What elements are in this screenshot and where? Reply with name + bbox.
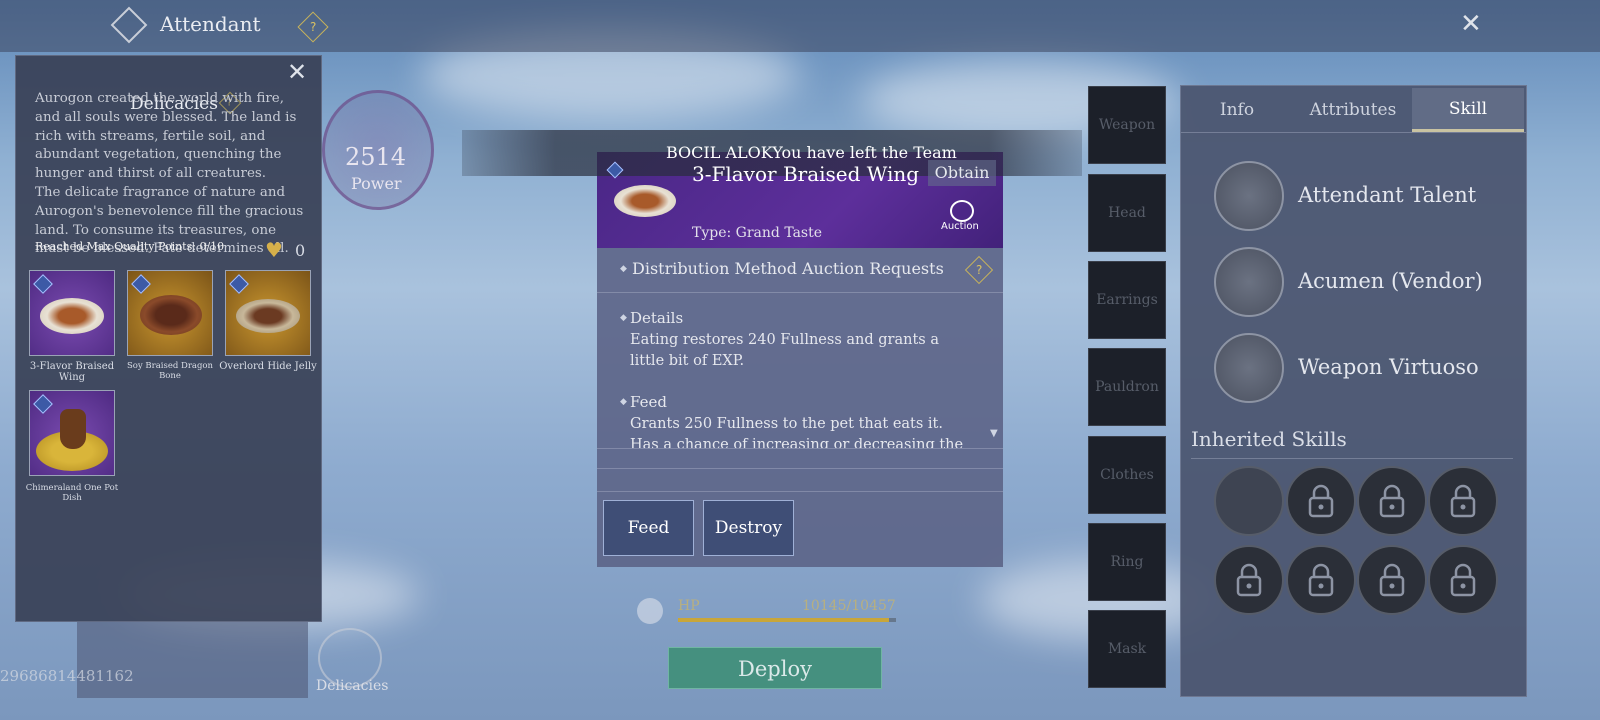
heart-icon: ♥ <box>265 238 283 262</box>
hide-jelly-dish-icon <box>236 299 300 333</box>
equip-slot-weapon[interactable]: Weapon <box>1088 86 1166 164</box>
tab-skill[interactable]: Skill <box>1412 88 1524 132</box>
pot-icon <box>60 409 86 449</box>
feed-title: Feed <box>630 393 667 411</box>
equip-slot-pauldron[interactable]: Pauldron <box>1088 348 1166 426</box>
divider <box>597 448 1003 449</box>
rarity-badge <box>229 274 249 294</box>
item-type: Type: Grand Taste <box>692 225 823 241</box>
attendant-talent-icon[interactable] <box>1214 161 1284 231</box>
item-label: Overlord Hide Jelly <box>219 361 317 372</box>
bottom-left-frame <box>77 622 308 698</box>
rarity-badge <box>131 274 151 294</box>
details-text: Eating restores 240 Fullness and grants … <box>630 332 939 369</box>
braised-wing-dish-icon <box>40 298 104 334</box>
hp-icon <box>637 598 663 624</box>
obtain-button[interactable]: Obtain <box>928 160 996 186</box>
team-notice-text: BOCIL ALOKYou have left the Team <box>666 143 957 162</box>
destroy-button[interactable]: Destroy <box>703 500 794 556</box>
inherited-skills-title: Inherited Skills <box>1191 427 1347 451</box>
hp-label: HP <box>678 598 700 614</box>
braised-wing-dish-icon <box>614 185 676 217</box>
item-label: Soy Braised Dragon Bone <box>126 361 214 381</box>
page-title: Attendant <box>160 12 261 36</box>
deploy-button[interactable]: Deploy <box>668 647 882 689</box>
feed-bullet: ◆ <box>620 397 627 407</box>
divider <box>597 468 1003 469</box>
distribution-value: Auction Requests <box>802 259 944 278</box>
weapon-virtuoso-icon[interactable] <box>1214 333 1284 403</box>
favor-count: 0 <box>295 241 306 260</box>
delicacies-button-label[interactable]: Delicacies <box>316 678 388 694</box>
item-name: 3-Flavor Braised Wing <box>692 162 920 186</box>
dragon-bone-dish-icon <box>140 295 202 335</box>
feed-text: Grants 250 Fullness to the pet that eats… <box>630 414 970 448</box>
details-title: Details <box>630 309 684 327</box>
lock-icon[interactable] <box>1357 466 1427 536</box>
tab-divider <box>1181 132 1526 133</box>
equip-slot-earrings[interactable]: Earrings <box>1088 261 1166 339</box>
item-slot-hide-jelly[interactable] <box>225 270 311 356</box>
skill-name: Weapon Virtuoso <box>1298 355 1479 379</box>
power-value: 2514 <box>345 143 407 171</box>
acumen-vendor-icon[interactable] <box>1214 247 1284 317</box>
hp-bar-fill <box>678 618 890 622</box>
scroll-down-icon[interactable]: ▼ <box>990 428 998 439</box>
lock-icon[interactable] <box>1286 466 1356 536</box>
equip-slot-clothes[interactable]: Clothes <box>1088 436 1166 514</box>
distribution-bullet: ◆ <box>620 264 627 274</box>
lore-text: Aurogon created the world with fire, and… <box>35 91 304 257</box>
player-id: 29686814481162 <box>0 667 134 685</box>
tab-info[interactable]: Info <box>1181 88 1293 132</box>
tab-attributes[interactable]: Attributes <box>1297 88 1409 132</box>
equip-slot-mask[interactable]: Mask <box>1088 610 1166 688</box>
item-label: 3-Flavor Braised Wing <box>29 361 115 383</box>
skill-name: Acumen (Vendor) <box>1298 269 1483 293</box>
quality-points-label: Reached Max Quality Points: 0/10 <box>35 240 225 253</box>
equip-slot-ring[interactable]: Ring <box>1088 523 1166 601</box>
rarity-badge <box>33 394 53 414</box>
panel-close-icon[interactable]: ✕ <box>287 60 307 84</box>
divider <box>1191 458 1513 459</box>
feed-button[interactable]: Feed <box>603 500 694 556</box>
feed-text-content: Grants 250 Fullness to the pet that eats… <box>630 416 964 448</box>
power-label: Power <box>351 174 402 193</box>
lock-icon[interactable] <box>1214 545 1284 615</box>
auction-icon <box>950 200 974 222</box>
item-slot-dragon-bone[interactable] <box>127 270 213 356</box>
lock-icon[interactable] <box>1357 545 1427 615</box>
lock-icon[interactable] <box>1428 466 1498 536</box>
hp-value: 10145/10457 <box>802 598 896 614</box>
close-icon[interactable]: ✕ <box>1460 11 1482 37</box>
details-bullet: ◆ <box>620 313 627 323</box>
rarity-badge <box>33 274 53 294</box>
lock-icon[interactable] <box>1428 545 1498 615</box>
divider <box>597 292 1003 293</box>
lock-icon[interactable] <box>1286 545 1356 615</box>
distribution-label: Distribution Method <box>632 259 797 278</box>
item-slot-braised-wing[interactable] <box>29 270 115 356</box>
equip-slot-head[interactable]: Head <box>1088 174 1166 252</box>
item-slot-one-pot-dish[interactable] <box>29 390 115 476</box>
inherited-skill-slot-empty[interactable] <box>1214 466 1284 536</box>
skill-name: Attendant Talent <box>1298 183 1477 207</box>
divider <box>597 491 1003 492</box>
auction-label: Auction <box>941 221 979 232</box>
item-label: Chimeraland One Pot Dish <box>25 483 119 503</box>
